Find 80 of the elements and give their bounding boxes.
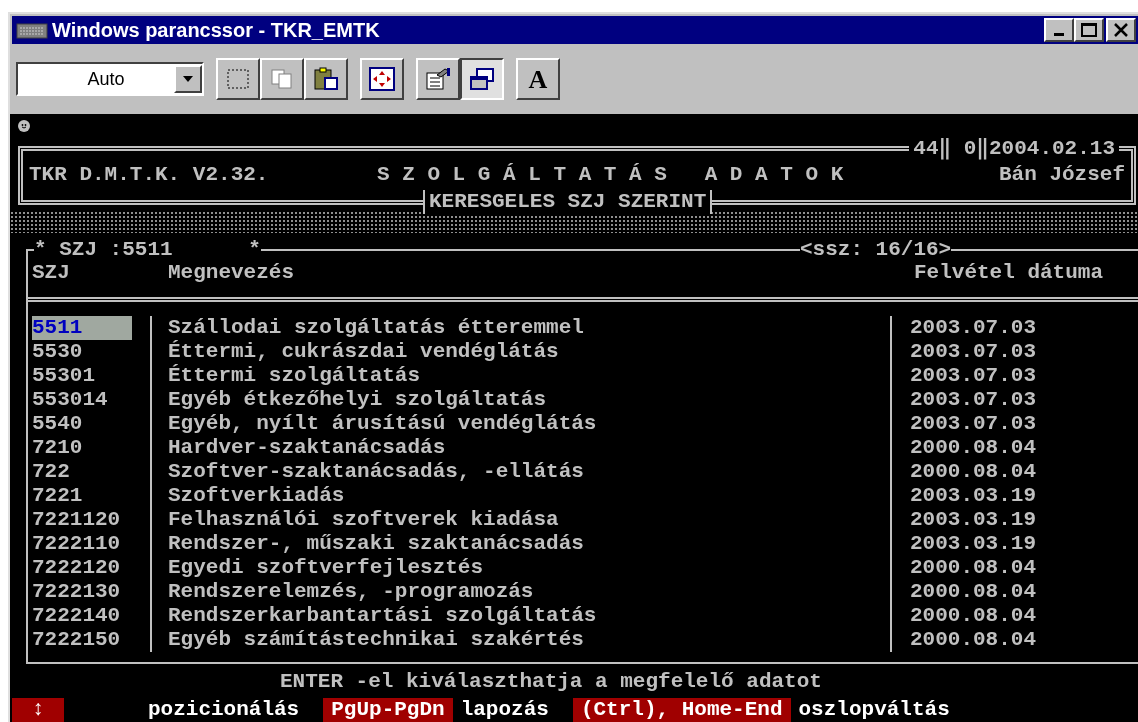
minimize-button[interactable] bbox=[1044, 18, 1074, 42]
name-cell-text: Egyéb étkezőhelyi szolgáltatás bbox=[168, 387, 548, 412]
key-action: oszlopváltás bbox=[798, 698, 950, 722]
date-cell: 2000.08.04 bbox=[910, 555, 1037, 580]
program-version: TKR D.M.T.K. V2.32. bbox=[29, 163, 270, 188]
copy-button[interactable] bbox=[260, 58, 304, 100]
name-cell-text: Rendszerelemzés, -programozás bbox=[168, 579, 535, 604]
code-cell[interactable]: 7222140 bbox=[32, 603, 132, 628]
code-cell[interactable]: 7222120 bbox=[32, 555, 132, 580]
code-cell[interactable]: 7222130 bbox=[32, 579, 132, 604]
fullscreen-button[interactable] bbox=[360, 58, 404, 100]
code-cell[interactable]: 7210 bbox=[32, 435, 132, 460]
code-cell[interactable]: 553014 bbox=[32, 387, 132, 412]
code-cell[interactable]: 5511 bbox=[32, 315, 132, 340]
screen-title: S Z O L G Á L T A T Á S A D A T O K bbox=[377, 163, 845, 188]
name-cell-text: Rendszer-, műszaki szaktanácsadás bbox=[168, 531, 585, 556]
properties-icon bbox=[425, 67, 451, 91]
marquee-icon bbox=[226, 68, 250, 90]
name-cell-text: Felhasználói szoftverek kiadása bbox=[168, 507, 560, 532]
code-cell[interactable]: 7222110 bbox=[32, 531, 132, 556]
date-cell: 2000.08.04 bbox=[910, 627, 1037, 652]
date-cell: 2003.07.03 bbox=[910, 387, 1037, 412]
code-cell[interactable]: 7221 bbox=[32, 483, 132, 508]
date-cell: 2003.03.19 bbox=[910, 507, 1037, 532]
date-cell: 2003.03.19 bbox=[910, 531, 1037, 556]
font-button[interactable]: A bbox=[516, 58, 560, 100]
keyboard-icon bbox=[16, 21, 48, 39]
name-cell-text: Szoftverkiadás bbox=[168, 483, 346, 508]
paste-button[interactable] bbox=[304, 58, 348, 100]
column-header: Felvétel dátuma bbox=[914, 260, 1104, 285]
key-label: (Ctrl), Home-End bbox=[572, 698, 791, 722]
code-cell[interactable]: 5530 bbox=[32, 339, 132, 364]
key-label: ↕ bbox=[12, 698, 64, 722]
maximize-button[interactable] bbox=[1074, 18, 1104, 42]
name-cell-text: Éttermi, cukrászdai vendéglátás bbox=[168, 339, 560, 364]
date-cell: 2000.08.04 bbox=[910, 435, 1037, 460]
code-cell[interactable]: 5540 bbox=[32, 411, 132, 436]
status-info: 44‖ 0‖2004.02.13 bbox=[909, 136, 1119, 161]
date-cell: 2000.08.04 bbox=[910, 603, 1037, 628]
date-cell: 2000.08.04 bbox=[910, 459, 1037, 484]
name-cell-text: Egyéb számítástechnikai szakértés bbox=[168, 627, 585, 652]
windows-icon bbox=[469, 67, 495, 91]
window-title: Windows parancssor - TKR_EMTK bbox=[52, 18, 381, 43]
mark-button[interactable] bbox=[216, 58, 260, 100]
column-header: Megnevezés bbox=[168, 260, 296, 285]
date-cell: 2003.07.03 bbox=[910, 315, 1037, 340]
date-cell: 2003.07.03 bbox=[910, 339, 1037, 364]
date-cell: 2003.07.03 bbox=[910, 411, 1037, 436]
key-action: lapozás bbox=[460, 698, 549, 722]
column-header: SZJ bbox=[31, 260, 71, 285]
copy-icon bbox=[270, 68, 294, 90]
name-cell-text: Szoftver-szaktanácsadás, -ellátás bbox=[168, 459, 585, 484]
minimize-icon bbox=[1054, 33, 1064, 36]
name-cell-text: Egyedi szoftverfejlesztés bbox=[168, 555, 485, 580]
date-cell: 2003.03.19 bbox=[910, 483, 1037, 508]
name-cell-text: Hardver-szaktanácsadás bbox=[168, 435, 447, 460]
code-cell[interactable]: 7221120 bbox=[32, 507, 132, 532]
close-button[interactable] bbox=[1106, 18, 1136, 42]
close-icon bbox=[1114, 23, 1128, 37]
name-cell-text: Szállodai szolgáltatás étteremmel bbox=[168, 315, 585, 340]
user-name: Bán József bbox=[998, 163, 1125, 188]
code-cell[interactable]: 722 bbox=[32, 459, 132, 484]
date-cell: 2000.08.04 bbox=[910, 579, 1037, 604]
font-size-dropdown[interactable]: Auto bbox=[16, 62, 204, 96]
name-cell-text: Rendszerkarbantartási szolgáltatás bbox=[168, 603, 598, 628]
date-cell: 2003.07.03 bbox=[910, 363, 1037, 388]
font-size-value: Auto bbox=[86, 67, 126, 91]
code-cell[interactable]: 55301 bbox=[32, 363, 132, 388]
name-cell-text: Éttermi szolgáltatás bbox=[168, 363, 422, 388]
fullscreen-icon bbox=[369, 67, 395, 91]
key-label: PgUp-PgDn bbox=[323, 698, 453, 722]
code-cell[interactable]: 7222150 bbox=[32, 627, 132, 652]
properties-button[interactable] bbox=[416, 58, 460, 100]
maximize-icon bbox=[1081, 23, 1097, 37]
footer-hint: ENTER -el kiválaszthatja a megfelelő adatot bbox=[280, 670, 823, 694]
clipboard-icon bbox=[313, 67, 339, 91]
key-action: pozicionálás bbox=[148, 698, 300, 722]
name-cell-text: Egyéb, nyílt árusítású vendéglátás bbox=[168, 411, 598, 436]
screen-subtitle: KERESGELES SZJ SZERINT bbox=[423, 190, 713, 214]
smiley-icon bbox=[18, 120, 30, 132]
